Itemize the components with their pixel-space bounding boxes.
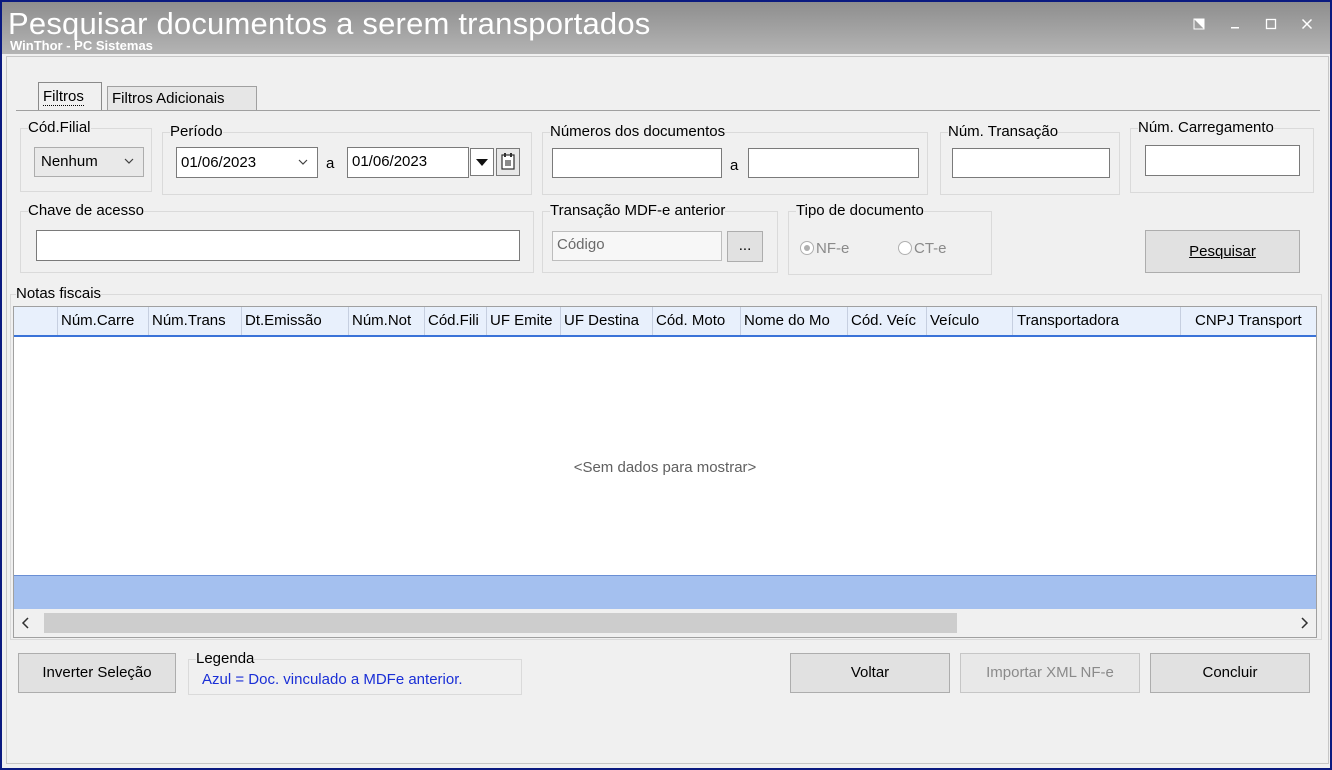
column-header[interactable]: Núm.Trans xyxy=(149,307,242,335)
column-header[interactable]: Nome do Mo xyxy=(741,307,848,335)
radio-cte[interactable]: CT-e xyxy=(898,240,947,257)
radio-nfe-label: NF-e xyxy=(816,240,850,257)
transacao-input[interactable] xyxy=(952,148,1110,178)
grid-footer xyxy=(14,575,1316,610)
column-header[interactable]: Cód.Fili xyxy=(425,307,487,335)
radio-nfe[interactable]: NF-e xyxy=(800,240,849,257)
tipo-label: Tipo de documento xyxy=(796,202,924,219)
voltar-button[interactable]: Voltar xyxy=(790,653,950,693)
periodo-label: Período xyxy=(170,123,223,140)
numeros-label: Números dos documentos xyxy=(550,123,726,140)
periodo-to-input[interactable]: 01/06/2023 xyxy=(347,147,469,178)
concluir-label: Concluir xyxy=(1202,664,1258,681)
scroll-left-icon[interactable] xyxy=(18,613,34,637)
legenda-label: Legenda xyxy=(196,650,255,667)
column-header[interactable]: Veículo xyxy=(927,307,1013,335)
column-header[interactable]: CNPJ Transport xyxy=(1181,307,1316,335)
column-header[interactable]: Núm.Carre xyxy=(58,307,149,335)
column-header[interactable]: Cód. Moto xyxy=(653,307,741,335)
tab-divider xyxy=(16,110,1320,111)
filial-select[interactable]: Nenhum xyxy=(34,147,144,177)
carregamento-label: Núm. Carregamento xyxy=(1138,119,1274,136)
column-header[interactable]: UF Emite xyxy=(487,307,561,335)
inverter-selecao-label: Inverter Seleção xyxy=(42,664,152,681)
notas-grid[interactable]: Núm.Carre Núm.Trans Dt.Emissão Núm.Not C… xyxy=(13,306,1317,638)
chevron-down-icon[interactable] xyxy=(297,148,309,177)
filial-select-value: Nenhum xyxy=(41,153,98,170)
notas-label: Notas fiscais xyxy=(16,285,102,302)
mdfe-codigo-input[interactable]: Código xyxy=(552,231,722,261)
tab-filtros[interactable]: Filtros xyxy=(38,82,102,111)
mdfe-browse-label: ... xyxy=(738,237,752,254)
transacao-label: Núm. Transação xyxy=(948,123,1059,140)
filial-label: Cód.Filial xyxy=(28,119,91,136)
radio-cte-indicator xyxy=(898,241,912,255)
grid-empty-message: <Sem dados para mostrar> xyxy=(573,459,757,476)
horizontal-scrollbar[interactable] xyxy=(14,609,1316,637)
close-icon[interactable] xyxy=(1296,14,1318,36)
chevron-down-icon xyxy=(123,148,135,186)
periodo-from-value: 01/06/2023 xyxy=(181,154,257,171)
dropdown-arrow-icon[interactable] xyxy=(470,148,494,176)
inverter-selecao-button[interactable]: Inverter Seleção xyxy=(18,653,176,693)
periodo-separator: a xyxy=(326,155,335,172)
scroll-right-icon[interactable] xyxy=(1296,613,1312,637)
app-subtitle: WinThor - PC Sistemas xyxy=(10,38,153,53)
column-header[interactable]: Dt.Emissão xyxy=(242,307,349,335)
maximize-icon[interactable] xyxy=(1260,14,1282,36)
tab-filtros-label: Filtros xyxy=(43,88,84,106)
radio-cte-label: CT-e xyxy=(914,240,947,257)
window-title: Pesquisar documentos a serem transportad… xyxy=(8,6,651,41)
chave-input[interactable] xyxy=(36,230,520,261)
column-header[interactable]: Núm.Not xyxy=(349,307,425,335)
scrollbar-thumb[interactable] xyxy=(44,613,957,633)
importar-xml-label: Importar XML NF-e xyxy=(986,664,1114,681)
pesquisar-button[interactable]: Pesquisar xyxy=(1145,230,1300,273)
column-header[interactable]: UF Destina xyxy=(561,307,653,335)
restore-icon[interactable] xyxy=(1188,14,1210,36)
grid-select-column[interactable] xyxy=(14,307,58,335)
radio-nfe-indicator xyxy=(800,241,814,255)
carregamento-input[interactable] xyxy=(1145,145,1300,176)
mdfe-codigo-placeholder: Código xyxy=(557,236,605,253)
periodo-from-input[interactable]: 01/06/2023 xyxy=(176,147,318,178)
numero-from-input[interactable] xyxy=(552,148,722,178)
main-window: Pesquisar documentos a serem transportad… xyxy=(0,0,1332,770)
column-header[interactable]: Cód. Veíc xyxy=(848,307,927,335)
minimize-icon[interactable] xyxy=(1224,14,1246,36)
calendar-icon[interactable] xyxy=(496,148,520,176)
pesquisar-label: Pesquisar xyxy=(1189,243,1256,260)
importar-xml-button[interactable]: Importar XML NF-e xyxy=(960,653,1140,693)
periodo-to-value: 01/06/2023 xyxy=(352,153,428,170)
numero-to-input[interactable] xyxy=(748,148,919,178)
concluir-button[interactable]: Concluir xyxy=(1150,653,1310,693)
grid-header: Núm.Carre Núm.Trans Dt.Emissão Núm.Not C… xyxy=(14,307,1316,337)
chave-label: Chave de acesso xyxy=(28,202,144,219)
numeros-separator: a xyxy=(730,157,739,174)
column-header[interactable]: Transportadora xyxy=(1013,307,1181,335)
title-bar[interactable]: Pesquisar documentos a serem transportad… xyxy=(2,2,1330,54)
tab-filtros-adicionais[interactable]: Filtros Adicionais xyxy=(107,86,257,111)
legenda-text: Azul = Doc. vinculado a MDFe anterior. xyxy=(202,671,463,688)
tab-filtros-adicionais-label: Filtros Adicionais xyxy=(112,90,225,107)
mdfe-browse-button[interactable]: ... xyxy=(727,231,763,262)
voltar-label: Voltar xyxy=(850,664,890,681)
mdfe-label: Transação MDF-e anterior xyxy=(550,202,726,219)
